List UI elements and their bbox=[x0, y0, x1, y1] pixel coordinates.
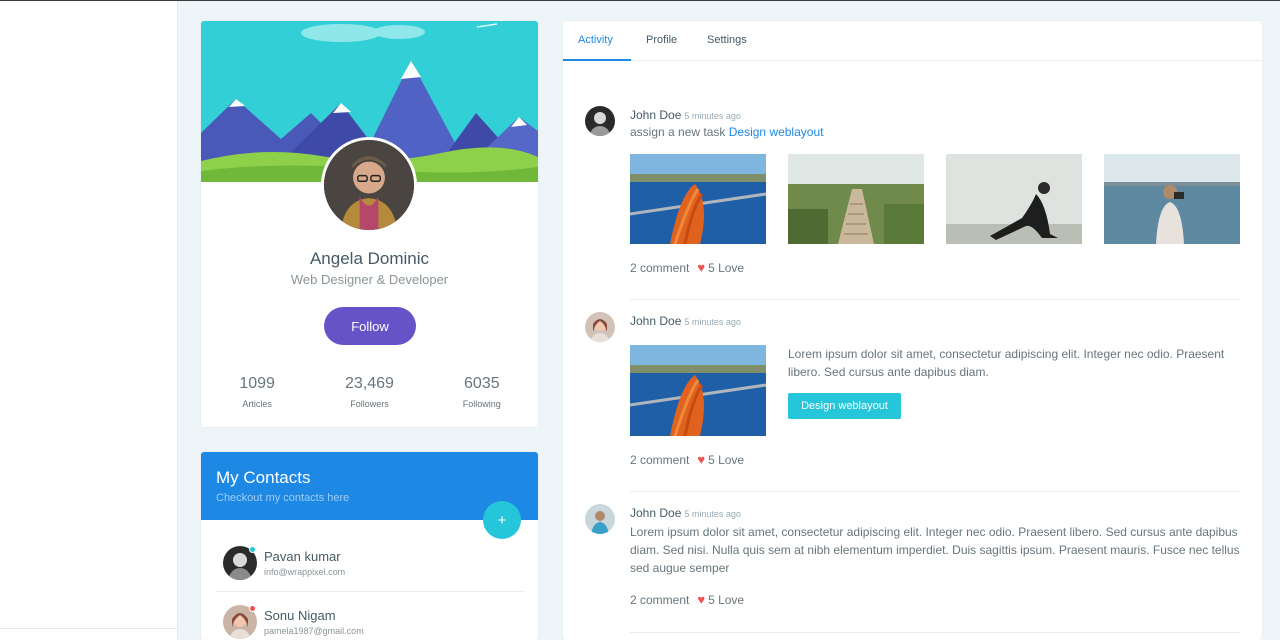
love-link[interactable]: ♥ 5 Love bbox=[697, 592, 744, 607]
love-link[interactable]: ♥ 5 Love bbox=[697, 452, 744, 467]
post-action-text: assign a new task bbox=[630, 125, 726, 139]
sidebar-divider bbox=[0, 628, 178, 629]
love-count: 5 Love bbox=[708, 592, 745, 607]
design-weblayout-button[interactable]: Design weblayout bbox=[788, 393, 901, 419]
activity-card: Activity Profile Settings John Doe 5 minu… bbox=[563, 21, 1262, 640]
post-author-name: John Doe bbox=[630, 506, 682, 520]
comment-link[interactable]: 2 comment bbox=[630, 261, 689, 275]
post-photo[interactable] bbox=[630, 345, 766, 436]
post-time: 5 minutes ago bbox=[684, 111, 741, 121]
post-text: assign a new task Design weblayout bbox=[630, 125, 823, 139]
stat-label: Following bbox=[462, 399, 501, 409]
post-meta: 2 comment ♥ 5 Love bbox=[630, 260, 744, 275]
tab-settings[interactable]: Settings bbox=[707, 34, 747, 46]
comment-link[interactable]: 2 comment bbox=[630, 453, 689, 467]
window-top-border bbox=[0, 0, 1280, 1]
online-status-dot bbox=[249, 546, 256, 553]
post-author: John Doe 5 minutes ago bbox=[630, 506, 741, 520]
contacts-subtitle: Checkout my contacts here bbox=[216, 492, 350, 504]
profile-card: Angela Dominic Web Designer & Developer … bbox=[201, 21, 538, 427]
post-divider bbox=[630, 632, 1240, 633]
stat-value: 23,469 bbox=[345, 375, 394, 392]
post-author-avatar bbox=[585, 106, 615, 136]
post-author: John Doe 5 minutes ago bbox=[630, 314, 741, 328]
profile-stats: 1099 Articles 23,469 Followers 6035 Foll… bbox=[201, 375, 538, 409]
post-author: John Doe 5 minutes ago bbox=[630, 108, 741, 122]
love-count: 5 Love bbox=[708, 260, 745, 275]
post-time: 5 minutes ago bbox=[684, 317, 741, 327]
post-divider bbox=[630, 491, 1240, 492]
post-photo[interactable] bbox=[630, 154, 766, 244]
contact-name: Sonu Nigam bbox=[264, 608, 336, 623]
post-author-avatar bbox=[585, 312, 615, 342]
heart-icon: ♥ bbox=[697, 452, 706, 467]
contact-name: Pavan kumar bbox=[264, 549, 341, 564]
left-sidebar bbox=[0, 1, 178, 640]
contact-email: pamela1987@gmail.com bbox=[264, 626, 364, 636]
profile-role: Web Designer & Developer bbox=[290, 272, 449, 287]
post-photo[interactable] bbox=[946, 154, 1082, 244]
stat-following: 6035 Following bbox=[426, 375, 538, 409]
post-author-avatar bbox=[585, 504, 615, 534]
stat-articles: 1099 Articles bbox=[201, 375, 313, 409]
post-author-name: John Doe bbox=[630, 108, 682, 122]
task-link[interactable]: Design weblayout bbox=[729, 125, 824, 139]
contact-item[interactable]: Pavan kumar info@wrappixel.com bbox=[216, 534, 523, 592]
stat-followers: 23,469 Followers bbox=[313, 375, 425, 409]
profile-name: Angela Dominic bbox=[309, 249, 430, 268]
tab-activity[interactable]: Activity bbox=[578, 34, 613, 46]
stat-value: 6035 bbox=[464, 375, 500, 392]
post-divider bbox=[630, 299, 1240, 300]
comment-link[interactable]: 2 comment bbox=[630, 593, 689, 607]
follow-button[interactable]: Follow bbox=[324, 307, 416, 345]
contact-email: info@wrappixel.com bbox=[264, 567, 346, 577]
post-body: Lorem ipsum dolor sit amet, consectetur … bbox=[788, 347, 1225, 379]
post-author-name: John Doe bbox=[630, 314, 682, 328]
love-count: 5 Love bbox=[708, 452, 745, 467]
contacts-card: My Contacts Checkout my contacts here + … bbox=[201, 452, 538, 640]
contacts-title: My Contacts bbox=[216, 468, 311, 487]
post-meta: 2 comment ♥ 5 Love bbox=[630, 592, 744, 607]
post-meta: 2 comment ♥ 5 Love bbox=[630, 452, 744, 467]
post-photo[interactable] bbox=[1104, 154, 1240, 244]
contact-item[interactable]: Sonu Nigam pamela1987@gmail.com bbox=[216, 593, 523, 640]
active-tab-indicator bbox=[563, 59, 631, 61]
profile-avatar bbox=[321, 137, 417, 233]
heart-icon: ♥ bbox=[697, 592, 706, 607]
stat-label: Articles bbox=[242, 399, 272, 409]
love-link[interactable]: ♥ 5 Love bbox=[697, 260, 744, 275]
busy-status-dot bbox=[249, 605, 256, 612]
post-time: 5 minutes ago bbox=[684, 509, 741, 519]
stat-label: Followers bbox=[350, 399, 389, 409]
heart-icon: ♥ bbox=[697, 260, 706, 275]
profile-tabs: Activity Profile Settings bbox=[563, 21, 1262, 61]
post-photo[interactable] bbox=[788, 154, 924, 244]
post-body: Lorem ipsum dolor sit amet, consectetur … bbox=[630, 525, 1240, 575]
tab-profile[interactable]: Profile bbox=[646, 34, 677, 46]
stat-value: 1099 bbox=[239, 375, 275, 392]
